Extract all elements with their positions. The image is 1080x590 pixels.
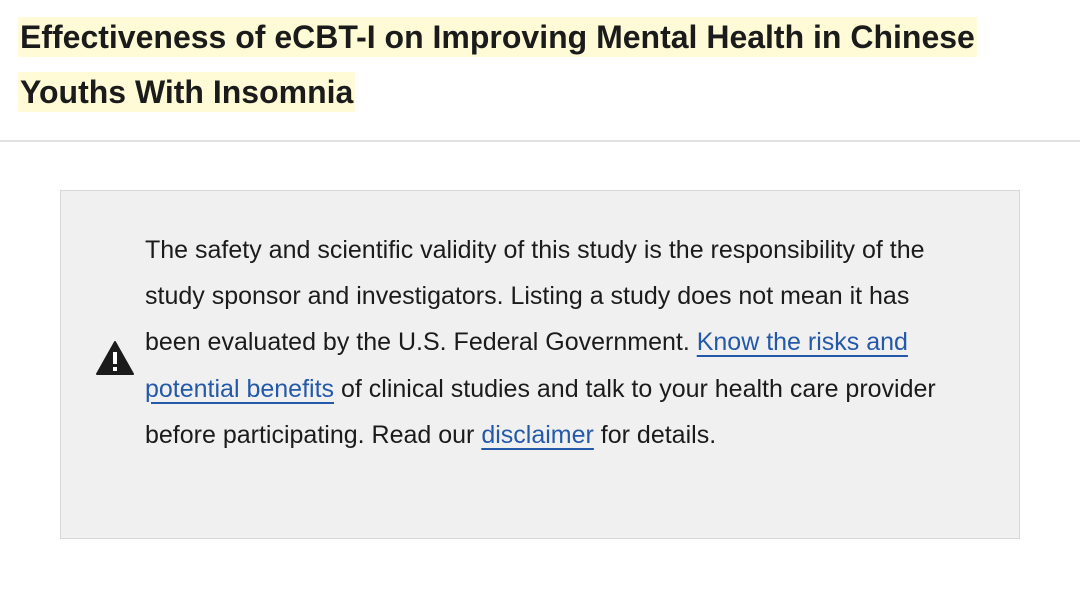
disclaimer-text: The safety and scientific validity of th… [145, 227, 945, 458]
study-title: Effectiveness of eCBT-I on Improving Men… [18, 10, 1058, 120]
study-title-line-2: Youths With Insomnia [18, 72, 356, 112]
study-header: Effectiveness of eCBT-I on Improving Men… [18, 10, 1058, 120]
disclaimer-link[interactable]: disclaimer [481, 421, 594, 449]
study-title-line-1: Effectiveness of eCBT-I on Improving Men… [18, 17, 977, 57]
study-page: Effectiveness of eCBT-I on Improving Men… [0, 0, 1080, 590]
header-divider [0, 140, 1080, 142]
warning-triangle-icon [96, 341, 134, 375]
disclaimer-text-part-3: for details. [593, 420, 717, 449]
